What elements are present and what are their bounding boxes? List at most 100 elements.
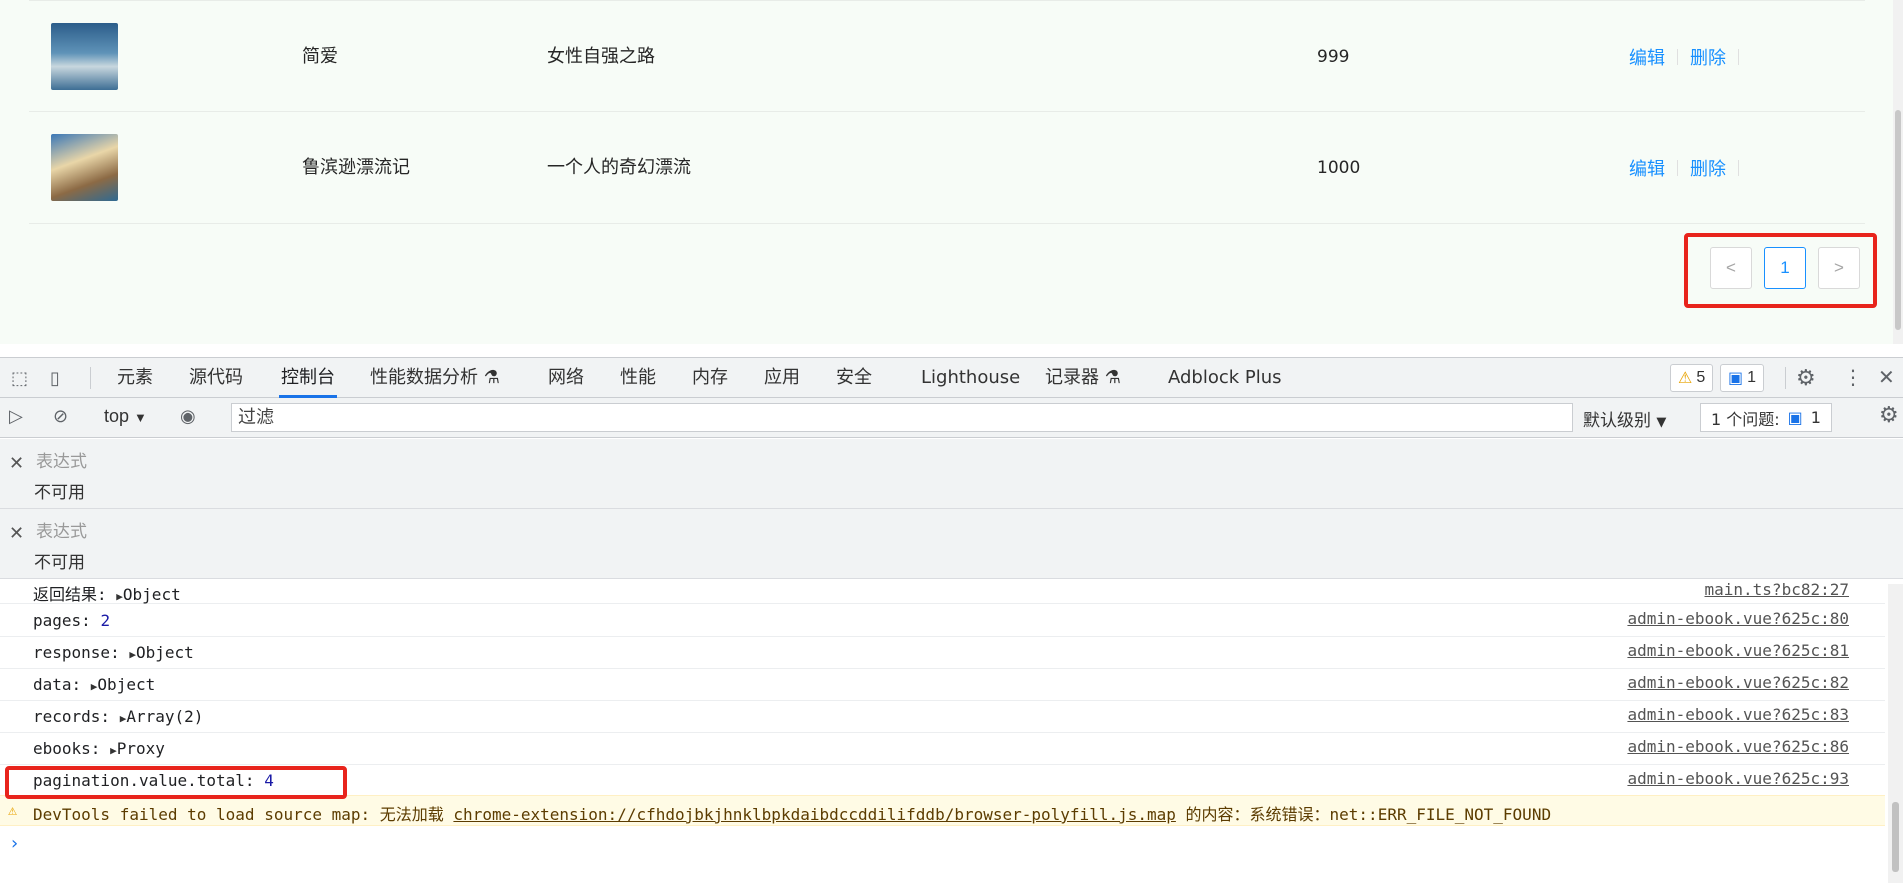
table-row: 鲁滨逊漂流记 一个人的奇幻漂流 1000 编辑 删除 [29, 112, 1865, 224]
page-scrollbar[interactable] [1893, 0, 1903, 344]
delete-link[interactable]: 删除 [1690, 155, 1726, 181]
console-message: response: ▶Object admin-ebook.vue?625c:8… [0, 637, 1885, 669]
close-devtools-icon[interactable]: ✕ [1878, 365, 1895, 390]
expand-triangle-icon[interactable]: ▶ [129, 648, 136, 661]
warning-prefix: DevTools failed to load source map: 无法加载 [33, 805, 454, 824]
context-value: top [104, 406, 130, 426]
expression-value: 不可用 [34, 553, 85, 573]
divider [1785, 367, 1786, 389]
settings-gear-icon[interactable]: ⚙ [1796, 365, 1816, 391]
scrollbar-thumb[interactable] [1892, 802, 1899, 872]
tab-performance[interactable]: 性能 [620, 358, 656, 398]
console-filter-bar: ▷ ⊘ top ▼ ◉ 过滤 默认级别 ▼ 1 个问题: ▣ 1 ⚙ [0, 398, 1903, 438]
tab-console[interactable]: 控制台 [279, 358, 337, 398]
divider [90, 367, 91, 389]
console-message: records: ▶Array(2) admin-ebook.vue?625c:… [0, 701, 1885, 733]
log-label: data: [33, 675, 91, 694]
edit-link[interactable]: 编辑 [1629, 155, 1665, 181]
filter-input[interactable]: 过滤 [231, 403, 1573, 432]
clear-console-icon[interactable]: ⊘ [53, 406, 68, 427]
log-label: 返回结果: [33, 585, 117, 604]
tab-adblock-plus[interactable]: Adblock Plus [1168, 358, 1282, 398]
highlight-box-pagination [1684, 233, 1877, 308]
source-link[interactable]: admin-ebook.vue?625c:82 [1627, 673, 1849, 692]
log-label: response: [33, 643, 130, 662]
message-count: 1 [1747, 369, 1757, 386]
warnings-badge[interactable]: ⚠ 5 [1670, 364, 1714, 392]
issues-button[interactable]: 1 个问题: ▣ 1 [1700, 403, 1832, 432]
console-message-text: ebooks: ▶Proxy [33, 739, 165, 758]
more-options-icon[interactable]: ⋮ [1843, 365, 1863, 390]
log-value[interactable]: Object [97, 675, 155, 694]
console-settings-gear-icon[interactable]: ⚙ [1879, 402, 1899, 428]
expand-triangle-icon[interactable]: ▶ [110, 744, 117, 757]
edit-link[interactable]: 编辑 [1629, 44, 1665, 70]
divider [1738, 160, 1739, 176]
console-message: data: ▶Object admin-ebook.vue?625c:82 [0, 669, 1885, 701]
message-icon: ▣ [1787, 408, 1803, 427]
scrollbar-thumb[interactable] [1895, 110, 1901, 330]
book-count: 999 [1317, 47, 1350, 67]
warning-count: 5 [1696, 369, 1706, 386]
book-name: 鲁滨逊漂流记 [302, 157, 410, 178]
console-warning: ⚠ DevTools failed to load source map: 无法… [0, 795, 1885, 826]
source-link[interactable]: admin-ebook.vue?625c:81 [1627, 641, 1849, 660]
row-actions: 编辑 删除 [1629, 112, 1739, 224]
tab-application[interactable]: 应用 [764, 358, 800, 398]
source-link[interactable]: admin-ebook.vue?625c:93 [1627, 769, 1849, 788]
console-scrollbar[interactable] [1888, 584, 1903, 883]
log-level-dropdown[interactable]: 默认级别 ▼ [1583, 406, 1666, 431]
log-label: ebooks: [33, 739, 111, 758]
source-map-link[interactable]: chrome-extension://cfhdojbkjhnklbpkdaibd… [453, 805, 1175, 824]
issues-count: 1 [1810, 408, 1821, 427]
console-prompt-chevron-icon[interactable]: › [9, 833, 20, 854]
live-expression-eye-icon[interactable]: ◉ [180, 406, 196, 427]
expand-triangle-icon[interactable]: ▶ [116, 590, 123, 603]
book-description: 一个人的奇幻漂流 [547, 157, 691, 178]
tab-performance-insights[interactable]: 性能数据分析 ⚗ [370, 358, 500, 398]
row-actions: 编辑 删除 [1629, 1, 1739, 113]
device-toolbar-icon[interactable]: ▯ [50, 368, 60, 389]
source-link[interactable]: main.ts?bc82:27 [1705, 580, 1850, 599]
console-message-text: data: ▶Object [33, 675, 155, 694]
console-output: 返回结果: ▶Object main.ts?bc82:27 pages: 2 a… [0, 580, 1903, 883]
expression-label[interactable]: 表达式 [36, 517, 87, 542]
context-selector[interactable]: top ▼ [104, 406, 147, 427]
delete-link[interactable]: 删除 [1690, 44, 1726, 70]
issues-label: 1 个问题: [1711, 409, 1780, 429]
page-content: 简爱 女性自强之路 999 编辑 删除 鲁滨逊漂流记 一个人的奇幻漂流 1000… [0, 0, 1903, 344]
source-link[interactable]: admin-ebook.vue?625c:83 [1627, 705, 1849, 724]
divider [1677, 49, 1678, 65]
tab-network[interactable]: 网络 [548, 358, 584, 398]
caret-down-icon: ▼ [1656, 415, 1667, 430]
devtools-tab-bar: ⬚ ▯ 元素 源代码 控制台 性能数据分析 ⚗ 网络 性能 内存 应用 安全 L… [0, 357, 1903, 398]
tab-elements[interactable]: 元素 [117, 358, 153, 398]
warning-icon: ⚠ [1678, 370, 1693, 387]
inspect-element-icon[interactable]: ⬚ [11, 368, 28, 389]
console-message: 返回结果: ▶Object main.ts?bc82:27 [0, 580, 1885, 604]
tab-sources[interactable]: 源代码 [189, 358, 243, 398]
source-link[interactable]: admin-ebook.vue?625c:86 [1627, 737, 1849, 756]
live-expression: ✕ 表达式 不可用 [0, 509, 1903, 579]
log-value[interactable]: Object [123, 585, 181, 604]
log-value[interactable]: Proxy [117, 739, 165, 758]
show-sidebar-icon[interactable]: ▷ [9, 406, 23, 427]
log-value[interactable]: Array(2) [126, 707, 203, 726]
tab-lighthouse[interactable]: Lighthouse [921, 358, 1020, 398]
remove-expression-icon[interactable]: ✕ [9, 523, 24, 544]
book-count: 1000 [1317, 158, 1361, 178]
expression-label[interactable]: 表达式 [36, 447, 87, 472]
book-cover-image [51, 134, 118, 201]
tab-security[interactable]: 安全 [836, 358, 872, 398]
log-value[interactable]: Object [136, 643, 194, 662]
messages-badge[interactable]: ▣ 1 [1720, 364, 1765, 392]
log-label: records: [33, 707, 120, 726]
console-message-text: pages: 2 [33, 611, 110, 630]
remove-expression-icon[interactable]: ✕ [9, 453, 24, 474]
tab-recorder[interactable]: 记录器 ⚗ [1045, 358, 1121, 398]
console-message: pages: 2 admin-ebook.vue?625c:80 [0, 605, 1885, 637]
table-row: 简爱 女性自强之路 999 编辑 删除 [29, 0, 1865, 112]
tab-memory[interactable]: 内存 [692, 358, 728, 398]
console-message-text: records: ▶Array(2) [33, 707, 203, 726]
source-link[interactable]: admin-ebook.vue?625c:80 [1627, 609, 1849, 628]
